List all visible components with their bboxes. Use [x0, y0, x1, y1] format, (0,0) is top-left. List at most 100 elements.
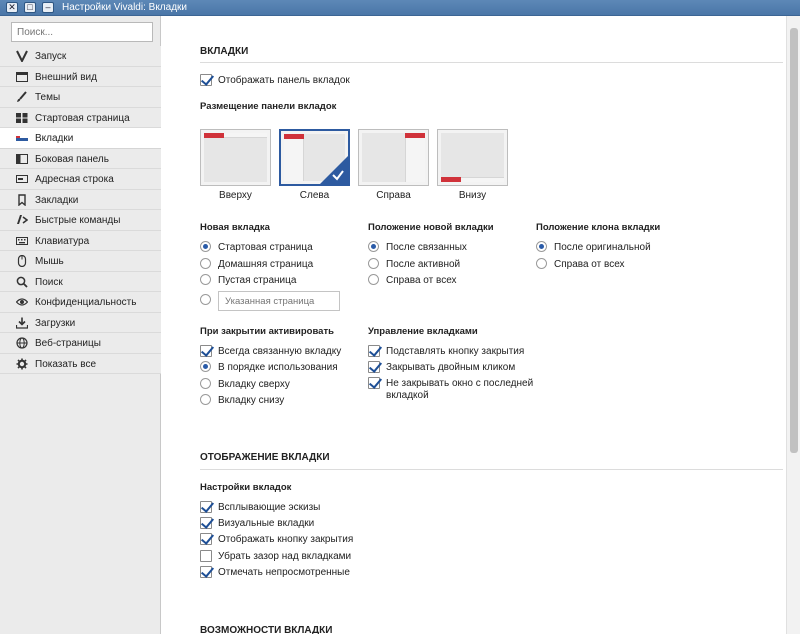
checkbox-label: Всплывающие эскизы [218, 502, 321, 513]
sidebar-item-startup[interactable]: Запуск [0, 46, 161, 67]
sidebar-item-search[interactable]: Поиск [0, 271, 161, 292]
placement-label: Внизу [458, 190, 487, 201]
window-icon [16, 71, 28, 82]
radio[interactable] [200, 394, 211, 405]
checkbox-label: Убрать зазор над вкладками [218, 551, 352, 562]
addressbar-icon [16, 175, 28, 183]
checkbox[interactable] [200, 517, 212, 529]
placement-right-option[interactable] [358, 129, 429, 186]
section-title-tabs: ВКЛАДКИ [200, 46, 249, 57]
radio[interactable] [368, 258, 379, 269]
radio[interactable] [536, 258, 547, 269]
clone-position-heading: Положение клона вкладки [536, 222, 661, 233]
sidebar-item-label: Темы [35, 92, 61, 103]
custom-page-url-input[interactable] [218, 291, 340, 311]
sidebar-item-keyboard[interactable]: Клавиатура [0, 230, 161, 251]
close-window-button[interactable]: ✕ [6, 2, 18, 13]
on-close-heading: При закрытии активировать [200, 326, 334, 337]
sidebar-item-label: Закладки [35, 194, 79, 206]
radio[interactable] [200, 294, 211, 305]
download-icon [16, 317, 28, 329]
sidebar-item-mouse[interactable]: Мышь [0, 251, 161, 272]
checkbox-label: Всегда связанную вкладку [218, 346, 342, 357]
radio[interactable] [200, 274, 211, 285]
checkbox[interactable] [368, 377, 380, 389]
globe-icon [16, 337, 28, 349]
checkbox[interactable] [200, 345, 212, 357]
tabs-icon [16, 136, 28, 141]
checkbox[interactable] [368, 361, 380, 373]
radio[interactable] [368, 241, 379, 252]
new-tab-heading: Новая вкладка [200, 222, 270, 233]
radio[interactable] [200, 378, 211, 389]
window-title: Настройки Vivaldi: Вкладки [62, 2, 187, 13]
placement-bottom-option[interactable] [437, 129, 508, 186]
radio-label: Вкладку снизу [218, 395, 285, 406]
sidebar-item-webpages[interactable]: Веб-страницы [0, 333, 161, 354]
sidebar-item-themes[interactable]: Темы [0, 87, 161, 108]
checkbox[interactable] [200, 533, 212, 545]
quick-commands-icon [17, 215, 28, 224]
section-title-tab-display: ОТОБРАЖЕНИЕ ВКЛАДКИ [200, 452, 330, 463]
settings-content: ВКЛАДКИ Отображать панель вкладок Размещ… [162, 16, 786, 634]
checkbox-label: Отображать кнопку закрытия [218, 534, 354, 545]
placement-left-option[interactable] [279, 129, 350, 186]
minimize-window-button[interactable]: – [42, 2, 54, 13]
placement-label: Вверху [219, 190, 252, 201]
sidebar-item-panel[interactable]: Боковая панель [0, 148, 161, 169]
sidebar-item-label: Клавиатура [35, 235, 90, 247]
panel-icon [16, 153, 28, 164]
sidebar-item-label: Вкладки [35, 133, 74, 144]
gear-icon [16, 358, 28, 369]
vivaldi-icon [16, 50, 28, 62]
radio-label: После оригинальной [554, 242, 651, 253]
radio-label: Пустая страница [218, 275, 297, 286]
placement-preview [362, 133, 425, 182]
radio[interactable] [200, 361, 211, 372]
sidebar-item-label: Конфиденциальность [35, 297, 137, 308]
checkbox[interactable] [200, 74, 212, 86]
radio-label: Вкладку сверху [218, 379, 290, 390]
checkbox[interactable] [200, 501, 212, 513]
radio[interactable] [536, 241, 547, 252]
tab-management-heading: Управление вкладками [368, 326, 478, 337]
placement-label: Слева [299, 190, 330, 201]
placement-heading: Размещение панели вкладок [200, 101, 337, 112]
sidebar-item-bookmarks[interactable]: Закладки [0, 189, 161, 210]
sidebar-item-label: Загрузки [35, 317, 76, 329]
sidebar-item-privacy[interactable]: Конфиденциальность [0, 292, 161, 313]
sidebar-item-quick-commands[interactable]: Быстрые команды [0, 210, 161, 231]
placement-label: Справа [376, 190, 411, 201]
checkbox[interactable] [368, 345, 380, 357]
sidebar-item-downloads[interactable]: Загрузки [0, 312, 161, 333]
search-icon [16, 276, 28, 288]
sidebar-item-tabs[interactable]: Вкладки [0, 128, 161, 149]
sidebar-item-label: Мышь [35, 256, 64, 267]
checkbox[interactable] [200, 566, 212, 578]
content-scrollbar[interactable] [786, 16, 800, 634]
radio-label: Справа от всех [386, 275, 457, 286]
sidebar-item-label: Быстрые команды [35, 215, 121, 226]
radio-label: После активной [386, 259, 461, 270]
checkbox-label: Отмечать непросмотренные [218, 567, 350, 578]
placement-preview [441, 133, 504, 182]
sidebar-item-label: Запуск [35, 51, 67, 62]
section-divider [200, 62, 783, 63]
radio[interactable] [200, 241, 211, 252]
sidebar-item-appearance[interactable]: Внешний вид [0, 66, 161, 87]
sidebar-item-start-page[interactable]: Стартовая страница [0, 107, 161, 128]
mouse-icon [17, 255, 27, 267]
placement-top-option[interactable] [200, 129, 271, 186]
sidebar-item-address-bar[interactable]: Адресная строка [0, 169, 161, 190]
settings-search-input[interactable] [11, 22, 153, 42]
radio[interactable] [368, 274, 379, 285]
new-tab-position-heading: Положение новой вкладки [368, 222, 494, 233]
scrollbar-thumb[interactable] [790, 28, 798, 453]
sidebar-item-show-all[interactable]: Показать все [0, 353, 161, 374]
maximize-window-button[interactable]: □ [24, 2, 36, 13]
section-divider [200, 469, 783, 470]
radio[interactable] [200, 258, 211, 269]
tab-settings-heading: Настройки вкладок [200, 482, 292, 493]
checkbox[interactable] [200, 550, 212, 562]
selected-check-icon [320, 156, 348, 184]
